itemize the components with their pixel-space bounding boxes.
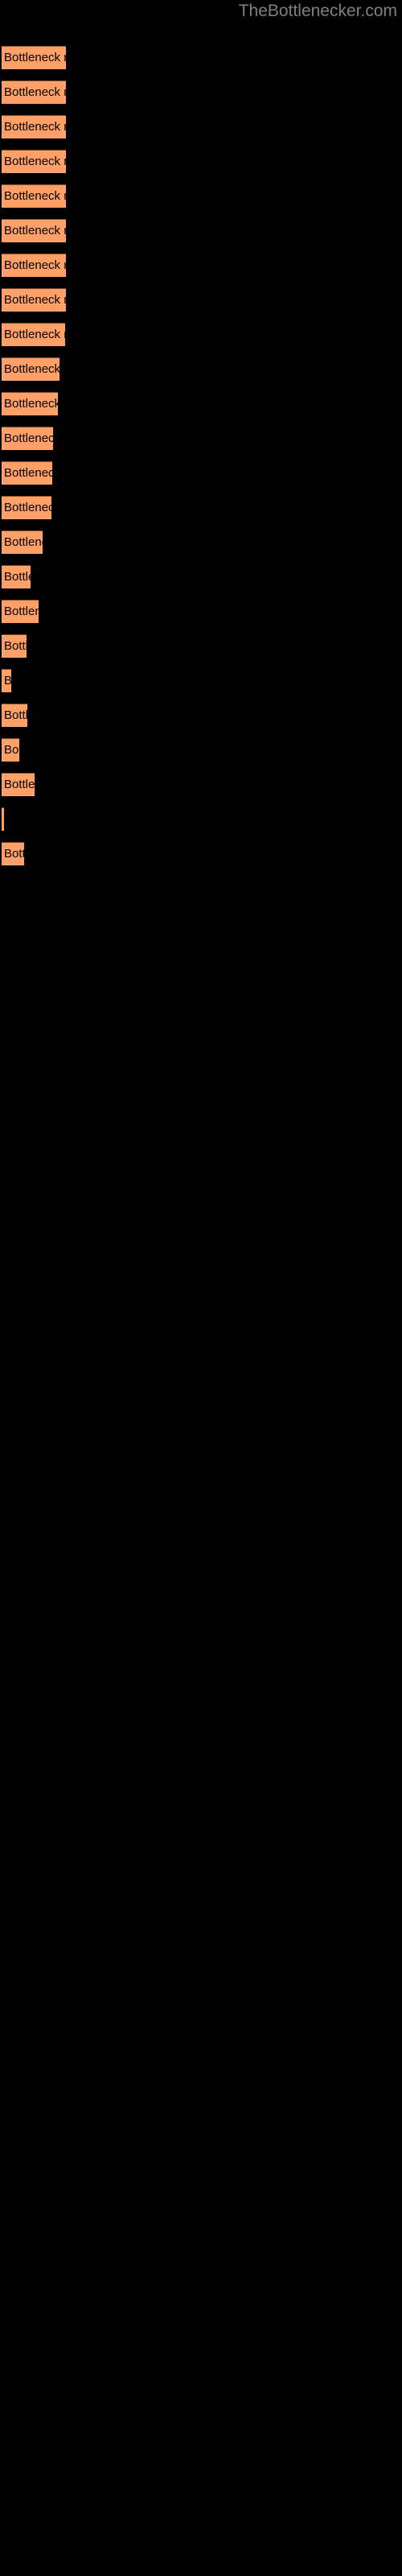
bar-label: Bottleneck result [4,605,39,618]
bar-label: Bottleneck result [4,362,59,376]
bar-label: Bottleneck result [4,85,66,99]
bar-row: Bottleneck result [0,773,402,796]
bottleneck-result-bar[interactable]: Bottleneck result [2,669,11,692]
bar-row: Bottleneck result [0,842,402,865]
bar-label: Bottleneck result [4,258,66,272]
bar-label: Bottleneck result [4,778,35,791]
bar-row: Bottleneck result [0,807,402,831]
bar-row: Bottleneck result [0,530,402,554]
bar-label: Bottleneck result [4,847,24,861]
bar-row: Bottleneck result [0,46,402,69]
bar-row: Bottleneck result [0,184,402,208]
bottleneck-result-bar[interactable]: Bottleneck result [2,150,66,173]
bottleneck-result-bar[interactable]: Bottleneck result [2,773,35,796]
bar-row: Bottleneck result [0,323,402,346]
bar-row: Bottleneck result [0,704,402,727]
bar-row: Bottleneck result [0,496,402,519]
bar-label: Bottleneck result [4,51,66,64]
bar-label: Bottleneck result [4,501,51,514]
bottleneck-result-bar[interactable]: Bottleneck result [2,46,66,69]
bar-label: Bottleneck result [4,639,27,653]
bar-row: Bottleneck result [0,357,402,381]
bottleneck-result-bar[interactable]: Bottleneck result [2,807,4,831]
bottleneck-result-bar[interactable]: Bottleneck result [2,115,66,138]
bar-label: Bottleneck result [4,670,11,692]
bottleneck-result-bar[interactable]: Bottleneck result [2,496,51,519]
bar-row: Bottleneck result [0,427,402,450]
bottleneck-result-bar[interactable]: Bottleneck result [2,565,31,588]
bottleneck-result-bar[interactable]: Bottleneck result [2,530,43,554]
bottleneck-result-bar[interactable]: Bottleneck result [2,323,65,346]
bar-row: Bottleneck result [0,738,402,762]
bar-label: Bottleneck result [4,224,66,237]
bar-row: Bottleneck result [0,461,402,485]
bar-row: Bottleneck result [0,219,402,242]
bottleneck-result-bar[interactable]: Bottleneck result [2,704,27,727]
bar-label: Bottleneck result [4,431,53,445]
bar-label: Bottleneck result [4,155,66,168]
bar-row: Bottleneck result [0,634,402,658]
bar-row: Bottleneck result [0,288,402,312]
bottleneck-result-bar[interactable]: Bottleneck result [2,842,24,865]
bottleneck-result-bar[interactable]: Bottleneck result [2,634,27,658]
bottleneck-result-bar[interactable]: Bottleneck result [2,254,66,277]
bottleneck-result-bar[interactable]: Bottleneck result [2,600,39,623]
bar-label: Bottleneck result [4,189,66,203]
bar-label: Bottleneck result [4,535,43,549]
bottleneck-result-bar[interactable]: Bottleneck result [2,461,52,485]
bar-label: Bottleneck result [4,466,52,480]
bar-row: Bottleneck result [0,600,402,623]
bar-label: Bottleneck result [4,570,31,584]
bottleneck-result-bar[interactable]: Bottleneck result [2,219,66,242]
bottleneck-result-bar[interactable]: Bottleneck result [2,357,59,381]
bar-row: Bottleneck result [0,115,402,138]
bar-label: Bottleneck result [4,120,66,134]
bar-label: Bottleneck result [4,293,66,307]
bar-row: Bottleneck result [0,669,402,692]
bar-row: Bottleneck result [0,565,402,588]
page-root: TheBottlenecker.com Bottleneck resultBot… [0,0,402,2576]
bar-row: Bottleneck result [0,392,402,415]
bottleneck-result-bar[interactable]: Bottleneck result [2,80,66,104]
bottleneck-result-bar[interactable]: Bottleneck result [2,184,66,208]
bottleneck-result-bar[interactable]: Bottleneck result [2,288,66,312]
bar-label: Bottleneck result [4,397,58,411]
bottleneck-result-bar[interactable]: Bottleneck result [2,392,58,415]
bottleneck-bar-chart: Bottleneck result Bottleneck result Bottle… [0,0,402,2576]
bottleneck-result-bar[interactable]: Bottleneck result [2,427,53,450]
bar-row: Bottleneck result [0,150,402,173]
bar-row: Bottleneck result [0,254,402,277]
bottleneck-result-bar[interactable]: Bottleneck result [2,738,19,762]
bar-label: Bottleneck result [4,328,65,341]
bar-row: Bottleneck result [0,80,402,104]
bar-label: Bottleneck result [4,743,19,757]
bar-label: Bottleneck result [4,708,27,722]
